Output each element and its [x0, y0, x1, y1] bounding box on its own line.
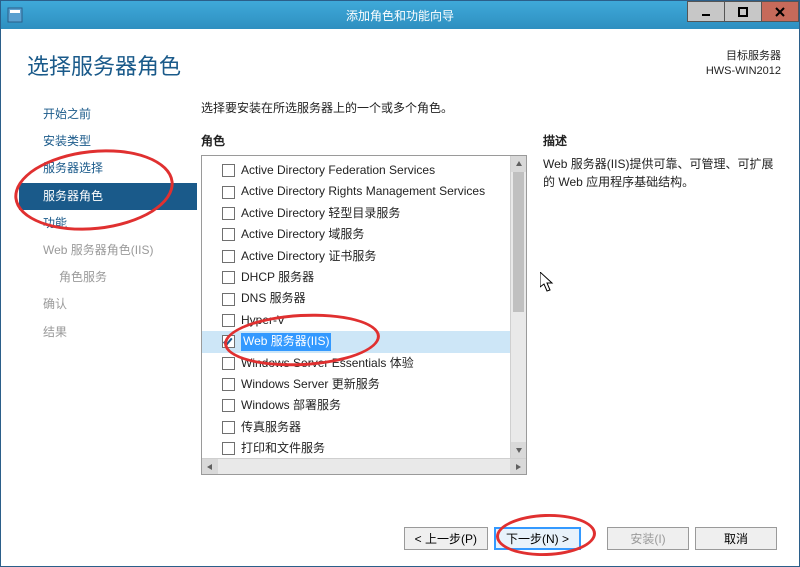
sidebar-item-before-you-begin[interactable]: 开始之前: [19, 101, 197, 128]
scroll-right-arrow-icon[interactable]: [510, 459, 526, 474]
body-row: 开始之前 安装类型 服务器选择 服务器角色 功能 Web 服务器角色(IIS) …: [19, 99, 781, 556]
window-title: 添加角色和功能向导: [1, 7, 799, 24]
window-buttons: [688, 1, 799, 22]
checkbox-icon[interactable]: [222, 293, 235, 306]
role-item[interactable]: Windows Server 更新服务: [202, 374, 510, 395]
sidebar-item-results: 结果: [19, 319, 197, 346]
role-label: Windows 部署服务: [241, 397, 341, 414]
roles-list[interactable]: Active Directory Federation Services Act…: [202, 156, 510, 458]
role-label: Active Directory 轻型目录服务: [241, 205, 400, 222]
instruction-text: 选择要安装在所选服务器上的一个或多个角色。: [201, 99, 781, 116]
description-text: Web 服务器(IIS)提供可靠、可管理、可扩展的 Web 应用程序基础结构。: [543, 155, 781, 191]
role-item[interactable]: DNS 服务器: [202, 288, 510, 309]
checkbox-icon[interactable]: [222, 186, 235, 199]
columns: 角色 Active Directory Federation Services …: [201, 132, 781, 507]
target-server-block: 目标服务器 HWS-WIN2012: [706, 49, 781, 80]
horizontal-scrollbar[interactable]: [202, 458, 526, 474]
role-item[interactable]: DHCP 服务器: [202, 267, 510, 288]
role-item[interactable]: Active Directory 域服务: [202, 224, 510, 245]
role-label: Active Directory 域服务: [241, 226, 364, 243]
role-label: 打印和文件服务: [241, 440, 325, 457]
description-header: 描述: [543, 132, 781, 149]
role-item[interactable]: 传真服务器: [202, 417, 510, 438]
role-item-web-server-iis[interactable]: Web 服务器(IIS): [202, 331, 510, 352]
scroll-up-arrow-icon[interactable]: [511, 156, 526, 172]
checkbox-icon[interactable]: [222, 314, 235, 327]
header-row: 选择服务器角色 目标服务器 HWS-WIN2012: [19, 49, 781, 81]
titlebar: 添加角色和功能向导: [1, 1, 799, 29]
checkbox-icon[interactable]: [222, 271, 235, 284]
roles-column: 角色 Active Directory Federation Services …: [201, 132, 527, 507]
role-label: Active Directory Rights Management Servi…: [241, 183, 485, 200]
vertical-scrollbar[interactable]: [510, 156, 526, 458]
scroll-thumb[interactable]: [513, 172, 524, 312]
checkbox-icon[interactable]: [222, 442, 235, 455]
wizard-window: 添加角色和功能向导 选择服务器角色 目标服务器 HWS-WIN2012 开始之前…: [0, 0, 800, 567]
role-label: Windows Server Essentials 体验: [241, 355, 414, 372]
role-label: Hyper-V: [241, 312, 285, 329]
role-label: Web 服务器(IIS): [241, 333, 331, 350]
checkbox-icon[interactable]: [222, 421, 235, 434]
roles-header: 角色: [201, 132, 527, 149]
role-item[interactable]: Active Directory 证书服务: [202, 246, 510, 267]
role-label: Active Directory 证书服务: [241, 248, 376, 265]
checkbox-icon[interactable]: [222, 357, 235, 370]
role-label: DNS 服务器: [241, 290, 306, 307]
page-title: 选择服务器角色: [27, 49, 181, 81]
checkbox-icon[interactable]: [222, 250, 235, 263]
next-button[interactable]: 下一步(N) >: [494, 527, 581, 550]
checkbox-icon[interactable]: [222, 378, 235, 391]
role-item[interactable]: Hyper-V: [202, 310, 510, 331]
sidebar-item-features[interactable]: 功能: [19, 210, 197, 237]
role-label: Active Directory Federation Services: [241, 162, 435, 179]
sidebar-item-server-roles[interactable]: 服务器角色: [19, 183, 197, 210]
cancel-button[interactable]: 取消: [695, 527, 777, 550]
sidebar-item-confirmation: 确认: [19, 291, 197, 318]
sidebar-item-server-selection[interactable]: 服务器选择: [19, 155, 197, 182]
checkbox-icon[interactable]: [222, 207, 235, 220]
sidebar-item-role-services: 角色服务: [19, 264, 197, 291]
wizard-steps-sidebar: 开始之前 安装类型 服务器选择 服务器角色 功能 Web 服务器角色(IIS) …: [19, 99, 197, 556]
target-server-name: HWS-WIN2012: [706, 64, 781, 79]
scroll-left-arrow-icon[interactable]: [202, 459, 218, 474]
content-area: 选择服务器角色 目标服务器 HWS-WIN2012 开始之前 安装类型 服务器选…: [1, 29, 799, 566]
role-item[interactable]: Active Directory 轻型目录服务: [202, 203, 510, 224]
target-server-label: 目标服务器: [706, 49, 781, 64]
role-item[interactable]: 打印和文件服务: [202, 438, 510, 458]
install-button: 安装(I): [607, 527, 689, 550]
close-button[interactable]: [761, 1, 799, 22]
role-item[interactable]: Active Directory Federation Services: [202, 160, 510, 181]
minimize-button[interactable]: [687, 1, 725, 22]
previous-button[interactable]: < 上一步(P): [404, 527, 488, 550]
maximize-button[interactable]: [724, 1, 762, 22]
role-item[interactable]: Active Directory Rights Management Servi…: [202, 181, 510, 202]
main-panel: 选择要安装在所选服务器上的一个或多个角色。 角色 Active Director…: [197, 99, 781, 556]
sidebar-item-installation-type[interactable]: 安装类型: [19, 128, 197, 155]
role-label: 传真服务器: [241, 419, 301, 436]
role-label: DHCP 服务器: [241, 269, 314, 286]
checkbox-icon[interactable]: [222, 228, 235, 241]
checkbox-icon[interactable]: [222, 335, 235, 348]
wizard-footer: < 上一步(P) 下一步(N) > 安装(I) 取消: [201, 513, 781, 556]
scroll-down-arrow-icon[interactable]: [511, 442, 526, 458]
checkbox-icon[interactable]: [222, 399, 235, 412]
sidebar-item-web-server-role: Web 服务器角色(IIS): [19, 237, 197, 264]
role-item[interactable]: Windows Server Essentials 体验: [202, 353, 510, 374]
roles-listbox: Active Directory Federation Services Act…: [201, 155, 527, 475]
description-column: 描述 Web 服务器(IIS)提供可靠、可管理、可扩展的 Web 应用程序基础结…: [543, 132, 781, 507]
role-label: Windows Server 更新服务: [241, 376, 380, 393]
checkbox-icon[interactable]: [222, 164, 235, 177]
role-item[interactable]: Windows 部署服务: [202, 395, 510, 416]
